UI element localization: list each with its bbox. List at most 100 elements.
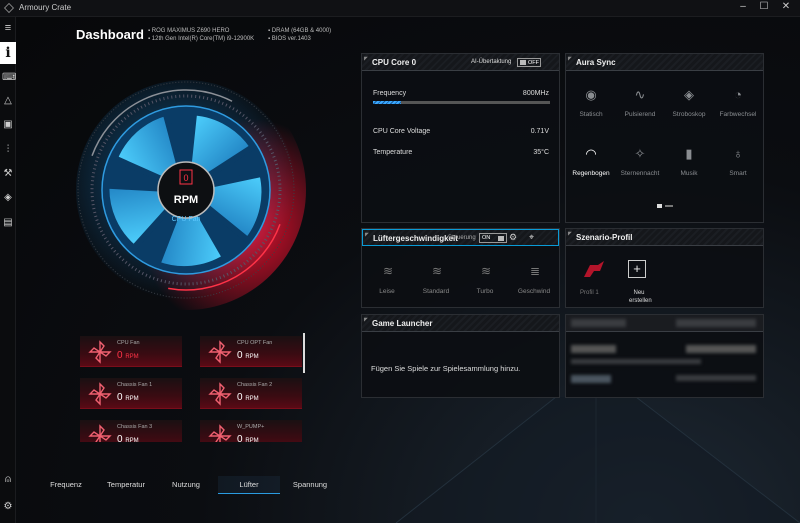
aura-effect-rainbow[interactable]: ◠ Regenbogen bbox=[566, 144, 616, 177]
add-profile-button[interactable]: + bbox=[628, 260, 646, 278]
cpu-panel-header: ◤ CPU Core 0 AI-Übertaktung OFF bbox=[362, 54, 559, 71]
fullspeed-icon: ≣ bbox=[529, 264, 540, 278]
plus-icon: + bbox=[633, 261, 641, 276]
fan-card[interactable]: Chassis Fan 1 0 RPM bbox=[80, 378, 182, 409]
fanspeed-panel-title: Lüftergeschwindigkeit bbox=[373, 234, 458, 243]
rog-profile-icon bbox=[584, 261, 604, 277]
gauge-unit: RPM bbox=[174, 194, 198, 206]
settings-tools-icon: ⚒ bbox=[3, 168, 13, 179]
app-title: Armoury Crate bbox=[19, 3, 72, 12]
pulse-icon: ∿ bbox=[634, 87, 646, 102]
fanspeed-toggle[interactable]: ON bbox=[479, 233, 507, 243]
sidebar-item-settings-tools[interactable]: ⚒ bbox=[2, 168, 14, 180]
tab-temperatur[interactable]: Temperatur bbox=[98, 476, 154, 494]
fan-icon bbox=[88, 382, 112, 406]
aura-page-dot-2[interactable] bbox=[665, 205, 673, 207]
fan-icon bbox=[208, 340, 232, 364]
sidebar-item-aura[interactable]: △ bbox=[2, 95, 14, 107]
system-info-right: ▪ DRAM (64GB & 4000) ▪ BIOS ver.1403 bbox=[268, 27, 331, 43]
sidebar: ≡ i ⌨ △ ▣ ⫶ ⚒ ◈ ▤ ⍝ ⚙ bbox=[0, 17, 16, 523]
aura-effect-color-cycle[interactable]: ◔ Farbwechsel bbox=[713, 85, 763, 118]
close-button[interactable]: ✕ bbox=[776, 1, 796, 12]
aura-effect-smart[interactable]: ♁ Smart bbox=[713, 144, 763, 177]
tab-luefter[interactable]: Lüfter bbox=[218, 476, 280, 494]
fan-name: CPU Fan bbox=[117, 340, 140, 346]
aura-panel-header: ◤ Aura Sync bbox=[566, 54, 763, 71]
news-panel-header bbox=[566, 315, 763, 332]
turbo-icon: ≋ bbox=[480, 264, 491, 278]
profile-1-button[interactable] bbox=[580, 259, 608, 279]
aura-effect-static[interactable]: ◉ Statisch bbox=[566, 85, 616, 118]
fan-speed: 0 RPM bbox=[117, 392, 139, 403]
fan-mode-label: Turbo bbox=[476, 288, 494, 295]
game-launcher-message[interactable]: Fügen Sie Spiele zur Spielesammlung hinz… bbox=[371, 364, 520, 373]
fan-mode-label: Geschwind bbox=[517, 288, 551, 295]
frequency-bar-fill bbox=[373, 101, 402, 104]
aura-effect-strobe[interactable]: ◈ Stroboskop bbox=[664, 85, 714, 118]
fan-speed: 0 RPM bbox=[237, 392, 259, 403]
fan-settings-icon[interactable]: ⚙ bbox=[509, 232, 517, 243]
tools-icon: ⫶ bbox=[6, 144, 10, 155]
aura-effect-music[interactable]: ▮ Musik bbox=[664, 144, 714, 177]
aura-effect-starry[interactable]: ✧ Sternennacht bbox=[615, 144, 665, 177]
fan-list-scrollbar[interactable] bbox=[303, 333, 305, 373]
aura-panel-title: Aura Sync bbox=[576, 58, 616, 67]
maximize-button[interactable]: ☐ bbox=[754, 1, 774, 12]
sidebar-item-tag[interactable]: ◈ bbox=[2, 192, 14, 204]
motherboard-info: ▪ ROG MAXIMUS Z690 HERO bbox=[148, 28, 230, 34]
tab-nutzung[interactable]: Nutzung bbox=[158, 476, 214, 494]
fan-card[interactable]: Chassis Fan 3 0 RPM bbox=[80, 420, 182, 442]
fan-gauge: 0 RPM CPU Fan bbox=[66, 78, 306, 310]
fan-mode-label: Standard bbox=[422, 288, 450, 295]
sidebar-item-devices[interactable]: ⌨ bbox=[2, 72, 16, 84]
fanspeed-control-label: Steuerung bbox=[448, 235, 476, 241]
sidebar-item-tools[interactable]: ⫶ bbox=[2, 144, 14, 156]
tab-frequenz[interactable]: Frequenz bbox=[38, 476, 94, 494]
fan-mode-turbo[interactable]: ≋ Turbo bbox=[462, 262, 508, 295]
rainbow-icon: ◠ bbox=[585, 146, 597, 161]
fan-card[interactable]: CPU OPT Fan 0 RPM bbox=[200, 336, 302, 367]
game-launcher-title: Game Launcher bbox=[372, 319, 433, 328]
cpu-core-panel: ◤ CPU Core 0 AI-Übertaktung OFF Frequenc… bbox=[361, 53, 560, 223]
news-panel bbox=[565, 314, 764, 398]
aura-effect-pulse[interactable]: ∿ Pulsierend bbox=[615, 85, 665, 118]
fan-speed: 0 RPM bbox=[237, 350, 259, 361]
tab-spannung[interactable]: Spannung bbox=[282, 476, 338, 494]
bios-info: ▪ BIOS ver.1403 bbox=[268, 36, 311, 42]
fan-mode-silent[interactable]: ≋ Leise bbox=[364, 262, 410, 295]
silent-icon: ≋ bbox=[382, 264, 393, 278]
gamevisual-icon: ▣ bbox=[3, 119, 13, 130]
fan-name: Chassis Fan 1 bbox=[117, 382, 153, 388]
aura-effect-label: Sternennacht bbox=[620, 170, 660, 177]
game-launcher-panel: ◤ Game Launcher Fügen Sie Spiele zur Spi… bbox=[361, 314, 560, 398]
fan-card[interactable]: Chassis Fan 2 0 RPM bbox=[200, 378, 302, 409]
sidebar-item-gamevisual[interactable]: ▣ bbox=[2, 119, 14, 131]
starry-icon: ✧ bbox=[634, 146, 646, 161]
media-icon: ▤ bbox=[3, 217, 13, 228]
static-icon: ◉ bbox=[585, 87, 597, 102]
fan-speed: 0 RPM bbox=[117, 434, 139, 442]
hamburger-menu-icon[interactable]: ≡ bbox=[2, 22, 14, 34]
fan-card[interactable]: W_PUMP+ 0 RPM bbox=[200, 420, 302, 442]
sidebar-item-settings[interactable]: ⚙ bbox=[2, 501, 14, 513]
settings-icon: ⚙ bbox=[3, 501, 13, 512]
cpu-panel-title: CPU Core 0 bbox=[372, 58, 417, 67]
fan-card-list: CPU Fan 0 RPM CPU OPT Fan 0 RPM Chassis Fan … bbox=[80, 336, 302, 442]
sidebar-item-media[interactable]: ▤ bbox=[2, 217, 14, 229]
fan-mode-standard[interactable]: ≋ Standard bbox=[413, 262, 459, 295]
ai-overclock-toggle[interactable]: OFF bbox=[517, 58, 541, 67]
sidebar-item-user[interactable]: ⍝ bbox=[2, 474, 14, 486]
aura-effect-label: Pulsierend bbox=[624, 111, 656, 118]
fan-card[interactable]: CPU Fan 0 RPM bbox=[80, 336, 182, 367]
aura-page-dot-1[interactable] bbox=[657, 204, 662, 208]
fan-icon bbox=[208, 424, 232, 442]
temperature-value: 35°C bbox=[533, 149, 549, 156]
frequency-label: Frequency bbox=[373, 90, 407, 97]
minimize-button[interactable]: – bbox=[733, 1, 753, 12]
sidebar-item-dashboard[interactable]: i bbox=[0, 42, 16, 64]
fan-mode-fullspeed[interactable]: ≣ Geschwind bbox=[511, 262, 557, 295]
aura-effect-label: Musik bbox=[680, 170, 698, 177]
page-title: Dashboard bbox=[76, 27, 144, 42]
crosshair-icon[interactable]: ⌖ bbox=[529, 232, 534, 243]
tag-icon: ◈ bbox=[4, 192, 12, 203]
